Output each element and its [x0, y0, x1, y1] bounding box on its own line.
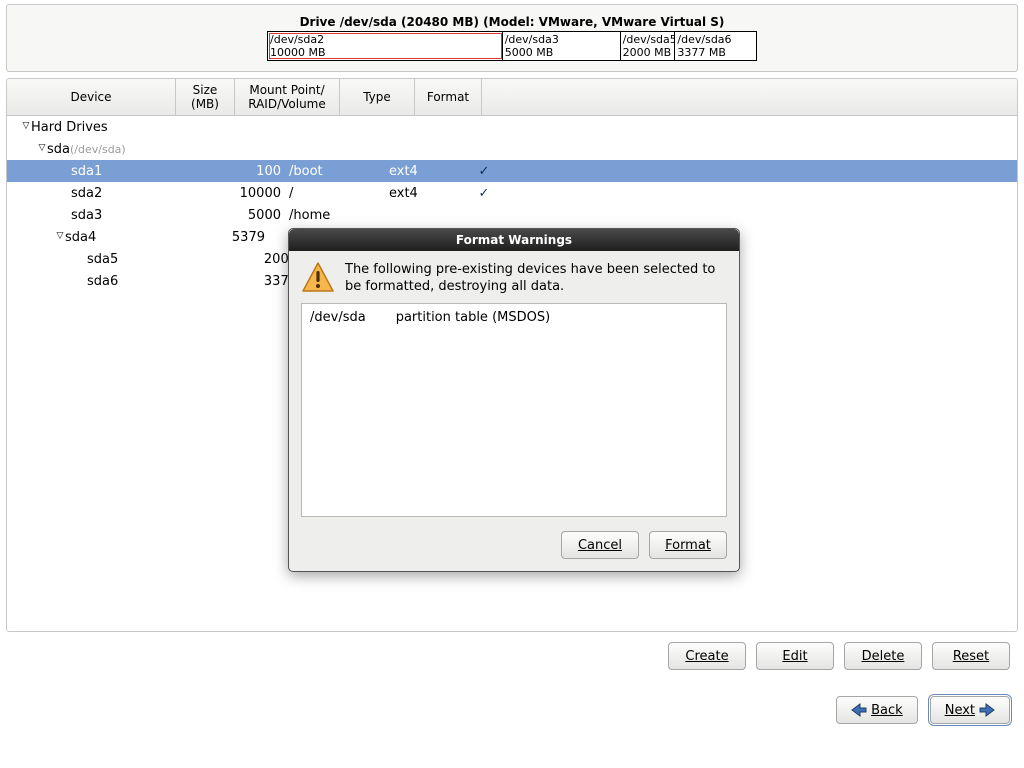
partition-label: sda5 — [87, 252, 118, 267]
partition-label: sda4 — [65, 230, 96, 245]
drive-segment[interactable]: /dev/sda210000 MB — [268, 32, 503, 60]
drive-segment[interactable]: /dev/sda52000 MB — [621, 32, 676, 60]
dialog-message: The following pre-existing devices have … — [345, 261, 727, 295]
partition-label: sda3 — [71, 208, 102, 223]
partition-row[interactable]: sda210000/ext4✓ — [7, 182, 1017, 204]
col-mount[interactable]: Mount Point/RAID/Volume — [235, 79, 340, 115]
column-headers: Device Size(MB) Mount Point/RAID/Volume … — [7, 79, 1017, 116]
dialog-device-name: /dev/sda — [310, 310, 366, 510]
partition-label: sda — [47, 142, 70, 157]
checkmark-icon: ✓ — [479, 186, 490, 201]
col-type[interactable]: Type — [340, 79, 415, 115]
drive-segment[interactable]: /dev/sda35000 MB — [503, 32, 621, 60]
device-path: (/dev/sda) — [70, 143, 126, 156]
dialog-device-detail: partition table (MSDOS) — [396, 310, 550, 510]
col-size[interactable]: Size(MB) — [176, 79, 235, 115]
warning-icon — [301, 261, 335, 295]
drive-segment[interactable]: /dev/sda63377 MB — [675, 32, 756, 60]
expander-icon[interactable]: ▽ — [21, 121, 31, 131]
cancel-button[interactable]: Cancel — [561, 531, 639, 559]
partition-label: sda6 — [87, 274, 118, 289]
delete-button[interactable]: Delete — [844, 642, 922, 670]
create-button[interactable]: Create — [668, 642, 746, 670]
format-warnings-dialog: Format Warnings The following pre-existi… — [288, 228, 740, 572]
expander-icon[interactable]: ▽ — [55, 231, 65, 241]
partition-label: sda2 — [71, 186, 102, 201]
partition-row[interactable]: ▽ sda (/dev/sda) — [7, 138, 1017, 160]
expander-icon[interactable]: ▽ — [37, 143, 47, 153]
dialog-device-list: /dev/sda partition table (MSDOS) — [301, 303, 727, 517]
dialog-title: Format Warnings — [289, 229, 739, 251]
edit-button[interactable]: Edit — [756, 642, 834, 670]
table-actions: Create Edit Delete Reset — [0, 632, 1024, 670]
format-button[interactable]: Format — [649, 531, 727, 559]
partition-row[interactable]: ▽ Hard Drives — [7, 116, 1017, 138]
reset-button[interactable]: Reset — [932, 642, 1010, 670]
drive-title: Drive /dev/sda (20480 MB) (Model: VMware… — [300, 15, 725, 29]
arrow-left-icon — [851, 703, 867, 717]
wizard-nav: Back Next — [0, 670, 1024, 724]
drive-usage-bar: /dev/sda210000 MB/dev/sda35000 MB/dev/sd… — [267, 31, 757, 61]
back-button[interactable]: Back — [836, 696, 918, 724]
col-device[interactable]: Device — [7, 79, 176, 115]
checkmark-icon: ✓ — [479, 164, 490, 179]
col-format[interactable]: Format — [415, 79, 482, 115]
partition-row[interactable]: sda35000/home — [7, 204, 1017, 226]
partition-label: sda1 — [71, 164, 102, 179]
arrow-right-icon — [979, 703, 995, 717]
next-button[interactable]: Next — [930, 696, 1010, 724]
partition-row[interactable]: sda1100/bootext4✓ — [7, 160, 1017, 182]
partition-label: Hard Drives — [31, 120, 108, 135]
drive-summary-panel: Drive /dev/sda (20480 MB) (Model: VMware… — [6, 4, 1018, 72]
